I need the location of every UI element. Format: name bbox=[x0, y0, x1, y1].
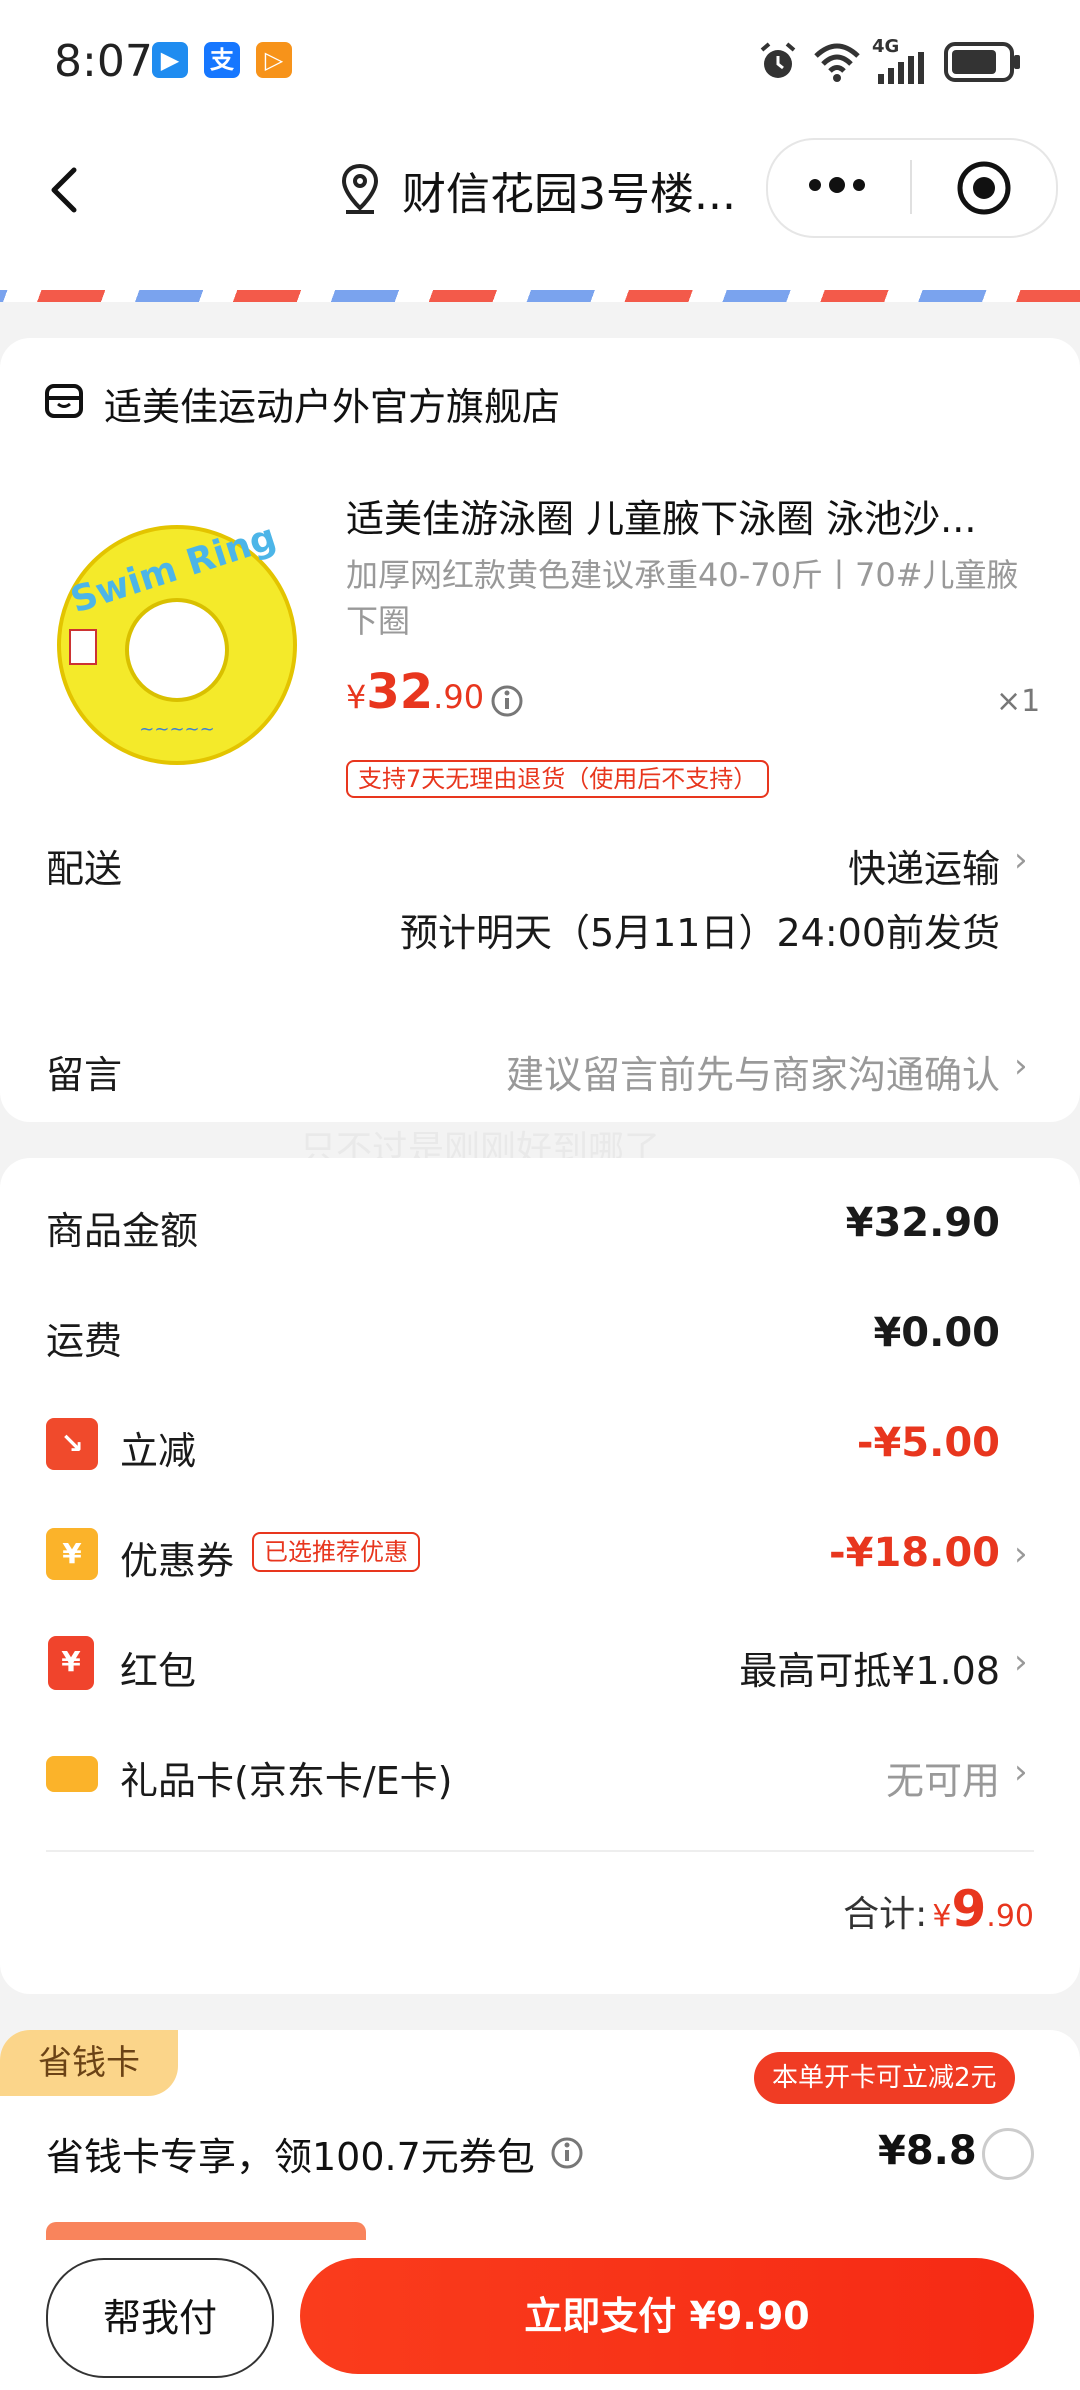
gift-card-value[interactable]: 无可用 bbox=[886, 1750, 1000, 1805]
help-me-pay-button[interactable]: 帮我付 bbox=[46, 2258, 274, 2378]
shipping-label: 运费 bbox=[46, 1319, 123, 1363]
wifi-icon bbox=[814, 43, 860, 82]
red-packet-label[interactable]: 红包 bbox=[120, 1640, 196, 1695]
product-price: ¥32.90 bbox=[346, 664, 485, 720]
chevron-right-icon[interactable]: › bbox=[1014, 840, 1028, 880]
status-time: 8:07 bbox=[54, 36, 153, 87]
coupon-icon: ¥ bbox=[46, 1528, 98, 1580]
location-pin-icon bbox=[341, 163, 379, 214]
savings-card-badge: 省钱卡 bbox=[0, 2030, 178, 2096]
airmail-stripe bbox=[0, 290, 1080, 302]
message-label: 留言 bbox=[46, 1053, 123, 1097]
chevron-right-icon[interactable]: › bbox=[1014, 1534, 1028, 1574]
instant-discount-value: -¥5.00 bbox=[856, 1420, 1000, 1466]
product-image[interactable]: Swim Ring ~~~~~ bbox=[52, 520, 302, 770]
coupon-label[interactable]: 优惠券 bbox=[120, 1530, 234, 1585]
chevron-right-icon[interactable]: › bbox=[1014, 1046, 1028, 1086]
coupon-tag: 已选推荐优惠 bbox=[252, 1532, 420, 1572]
store-name[interactable]: 适美佳运动户外官方旗舰店 bbox=[104, 376, 560, 431]
product-title[interactable]: 适美佳游泳圈 儿童腋下泳圈 泳池沙... bbox=[346, 488, 976, 543]
pay-now-button[interactable]: 立即支付 ¥9.90 bbox=[300, 2258, 1034, 2374]
shipping-value: ¥0.00 bbox=[873, 1310, 1000, 1356]
store-icon bbox=[45, 384, 83, 418]
chevron-right-icon[interactable]: › bbox=[1014, 1752, 1028, 1792]
close-mini-program-icon[interactable] bbox=[956, 160, 1012, 216]
alarm-icon bbox=[760, 42, 796, 78]
delivery-label: 配送 bbox=[46, 847, 123, 891]
savings-card-radio[interactable] bbox=[982, 2128, 1034, 2180]
product-spec[interactable]: 加厚网红款黄色建议承重40-70斤丨70#儿童腋下圈 bbox=[346, 552, 1026, 644]
delivery-method[interactable]: 快递运输 bbox=[848, 838, 1000, 893]
instant-discount-icon: ↘ bbox=[46, 1418, 98, 1470]
instant-discount-label: 立减 bbox=[120, 1429, 197, 1473]
return-policy-tag: 支持7天无理由退货（使用后不支持） bbox=[346, 760, 770, 798]
app-icon-1: ▶ bbox=[152, 42, 188, 78]
savings-card-desc[interactable]: 省钱卡专享，领100.7元券包 bbox=[46, 2126, 535, 2181]
divider bbox=[46, 1850, 1034, 1852]
goods-amount-value: ¥32.90 bbox=[845, 1200, 1000, 1246]
product-quantity: ×1 bbox=[996, 684, 1041, 719]
savings-card-price: ¥8.8 bbox=[878, 2128, 977, 2174]
coupon-value[interactable]: -¥18.00 bbox=[829, 1530, 1000, 1576]
red-packet-icon: ¥ bbox=[48, 1636, 94, 1690]
back-icon[interactable] bbox=[36, 160, 96, 220]
message-input[interactable]: 建议留言前先与商家沟通确认 bbox=[506, 1044, 1000, 1099]
battery-icon bbox=[944, 42, 1020, 82]
order-total: 合计: ¥9.90 bbox=[843, 1880, 1034, 1938]
svg-text:~~~~~: ~~~~~ bbox=[139, 719, 214, 740]
chevron-right-icon[interactable]: › bbox=[1014, 1642, 1028, 1682]
alipay-icon: 支 bbox=[204, 42, 240, 78]
red-packet-value[interactable]: 最高可抵¥1.08 bbox=[739, 1640, 1000, 1695]
more-icon[interactable] bbox=[806, 170, 868, 200]
goods-amount-label: 商品金额 bbox=[46, 1209, 199, 1253]
savings-bubble: 本单开卡可立减2元 bbox=[754, 2052, 1015, 2104]
app-icon-3: ▷ bbox=[256, 42, 292, 78]
info-icon[interactable] bbox=[550, 2136, 584, 2170]
address-selector[interactable]: 财信花园3号楼... bbox=[402, 158, 736, 222]
signal-icon bbox=[878, 52, 924, 84]
capsule-divider bbox=[910, 160, 912, 214]
delivery-estimate: 预计明天（5月11日）24:00前发货 bbox=[399, 911, 1000, 955]
gift-card-label[interactable]: 礼品卡(京东卡/E卡) bbox=[120, 1750, 452, 1805]
gift-card-icon bbox=[46, 1756, 98, 1792]
price-info-icon[interactable] bbox=[490, 684, 524, 718]
savings-card-strip bbox=[46, 2222, 366, 2240]
